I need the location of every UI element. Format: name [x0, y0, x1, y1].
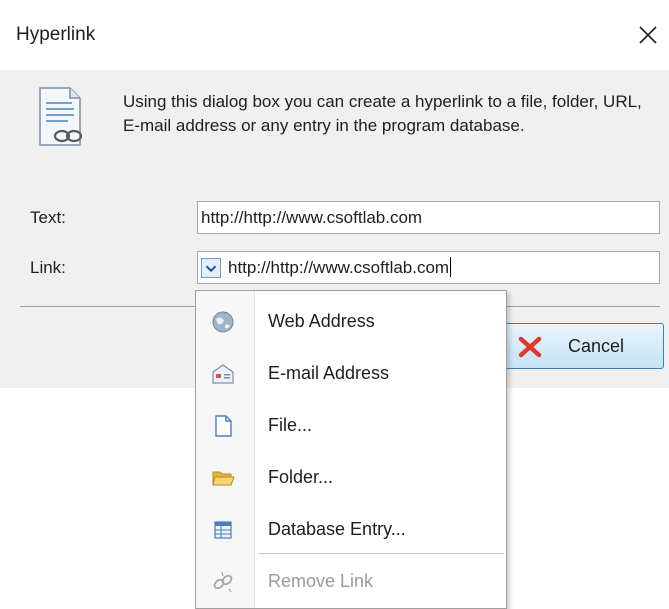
- menu-item-remove-link: Remove Link: [196, 556, 506, 608]
- envelope-icon: [212, 364, 234, 384]
- menu-separator: [258, 553, 504, 554]
- cancel-label: Cancel: [568, 336, 625, 356]
- menu-item-label: Database Entry...: [268, 519, 406, 539]
- menu-item-label: Remove Link: [268, 571, 374, 591]
- menu-item-label: Folder...: [268, 467, 334, 487]
- file-icon: [215, 415, 232, 437]
- link-field[interactable]: http://http://www.csoftlab.com: [197, 251, 660, 284]
- hyperlink-document-icon: [39, 87, 83, 146]
- text-label: Text:: [30, 208, 66, 227]
- cancel-button[interactable]: Cancel: [504, 323, 664, 369]
- dialog-title: Hyperlink: [16, 24, 96, 45]
- link-label: Link:: [30, 258, 66, 277]
- broken-link-icon: [213, 571, 233, 593]
- menu-item-label: Web Address: [268, 311, 375, 331]
- folder-icon: [212, 471, 235, 486]
- title-bar: Hyperlink: [0, 0, 669, 70]
- menu-item-folder[interactable]: Folder...: [196, 452, 506, 504]
- text-cursor: [450, 257, 452, 277]
- link-field-value: http://http://www.csoftlab.com: [228, 257, 452, 277]
- close-icon[interactable]: [633, 20, 663, 50]
- link-type-dropdown-button[interactable]: [201, 258, 221, 278]
- menu-item-file[interactable]: File...: [196, 400, 506, 452]
- menu-item-label: E-mail Address: [268, 363, 390, 383]
- menu-item-label: File...: [268, 415, 313, 435]
- menu-item-web-address[interactable]: Web Address: [196, 296, 506, 348]
- link-type-menu: Web Address E-mail Address File... Folde…: [195, 290, 507, 609]
- text-field[interactable]: http://http://www.csoftlab.com: [197, 201, 660, 234]
- globe-icon: [212, 311, 234, 333]
- menu-item-email-address[interactable]: E-mail Address: [196, 348, 506, 400]
- database-entry-icon: [214, 521, 232, 539]
- dialog-description: Using this dialog box you can create a h…: [123, 92, 642, 135]
- menu-item-database-entry[interactable]: Database Entry...: [196, 504, 506, 556]
- text-field-value: http://http://www.csoftlab.com: [201, 208, 423, 227]
- cancel-x-icon: [518, 336, 542, 358]
